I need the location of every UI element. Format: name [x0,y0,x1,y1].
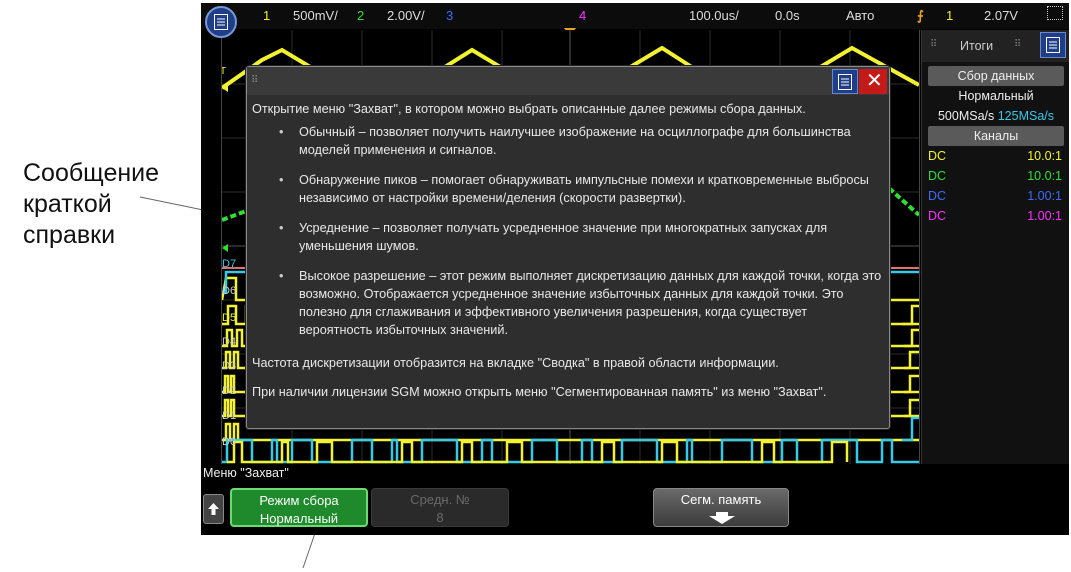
status-bar: 1 500mV/ 2 2.00V/ 3 4 100.0us/ 0.0s Авто… [201,3,1069,29]
sample-rate-digital: 125MSa/s [997,109,1055,123]
help-callout-label: Сообщение краткой справки [23,158,159,251]
averages-value: 8 [436,510,444,525]
ch3-probe: 1.00:1 [1027,189,1062,203]
quick-help-dialog: ⠿ ✕ Открытие меню "Захват", в котором мо… [246,66,890,429]
info-panel-header: ⠿ Итоги ⠿ [922,30,1069,62]
channel-row-4: DC 1.00:1 [922,206,1069,226]
ch2-coupling: DC [928,169,947,183]
dialog-title-bar[interactable]: ⠿ ✕ [247,67,889,95]
menu-title: Меню "Захват" [203,466,289,480]
help-note-sgm: При наличии лицензии SGM можно открыть м… [252,385,827,399]
zoom-select-icon[interactable] [1047,6,1063,20]
acquisition-mode-label: Режим сбора [259,493,339,508]
acquisition-header: Сбор данных [928,66,1064,86]
segmented-memory-label: Сегм. память [680,492,762,507]
averages-label: Средн. № [410,492,470,507]
dialog-menu-button[interactable] [832,69,858,94]
trigger-edge-icon: ⨍ [917,8,924,23]
digital-label-d6[interactable]: D6 [222,285,236,297]
trigger-channel[interactable]: 1 [946,8,953,23]
ch1-probe: 10.0:1 [1027,149,1062,163]
timebase-scale[interactable]: 100.0us/ [689,8,739,23]
channel-row-3: DC 1.00:1 [922,186,1069,206]
digital-label-d1[interactable]: D1 [222,410,236,422]
oscilloscope-screen: 1 500mV/ 2 2.00V/ 3 4 100.0us/ 0.0s Авто… [201,3,1069,535]
close-icon: ✕ [866,70,883,92]
main-menu-button[interactable] [205,6,237,38]
menu-list-icon [214,14,228,30]
grip-icon[interactable]: ⠿ [1014,39,1021,50]
ch3-number[interactable]: 3 [446,8,453,23]
help-item-normal: Обычный – позволяет получить наилучшее и… [252,123,882,159]
arrow-down-icon [709,512,735,524]
ch4-coupling: DC [928,209,947,223]
help-item-peak-detect: Обнаружение пиков – помогает обнаруживат… [252,171,882,207]
summary-tab[interactable]: Итоги [960,39,993,53]
digital-label-d0[interactable]: D0 [222,436,236,448]
grip-icon[interactable]: ⠿ [930,39,937,50]
channel-row-2: DC 10.0:1 [922,166,1069,186]
callout-line-3: справки [23,221,116,249]
dialog-close-button[interactable]: ✕ [859,69,887,94]
help-item-averaging: Усреднение – позволяет получать усреднен… [252,219,882,255]
acquisition-mode-value: Нормальный [259,511,339,526]
ch2-probe: 10.0:1 [1027,169,1062,183]
trigger-level[interactable]: 2.07V [984,8,1018,23]
help-intro-text: Открытие меню "Захват", в котором можно … [252,102,806,116]
acquisition-mode: Нормальный [958,89,1034,103]
ch4-probe: 1.00:1 [1027,209,1062,223]
sample-rate-line: 500MSa/s 125MSa/s [922,106,1069,126]
ch2-number[interactable]: 2 [357,8,364,23]
callout-line-2: краткой [23,190,112,218]
info-panel: ⠿ Итоги ⠿ Сбор данных Нормальный 500MSa/… [921,30,1069,464]
menu-list-icon [1046,37,1060,53]
channels-header: Каналы [928,126,1064,146]
help-note-sample-rate: Частота дискретизации отобразится на вкл… [252,356,779,370]
back-button[interactable] [203,494,224,524]
grip-icon[interactable]: ⠿ [251,72,258,90]
ch1-number[interactable]: 1 [263,8,270,23]
ch3-coupling: DC [928,189,947,203]
channel-row-1: DC 10.0:1 [922,146,1069,166]
sample-rate-main: 500MSa/s [937,109,995,123]
digital-label-d5[interactable]: D5 [222,312,236,324]
ch1-scale[interactable]: 500mV/ [293,8,338,23]
time-delay[interactable]: 0.0s [775,8,800,23]
panel-menu-button[interactable] [1040,32,1066,58]
help-item-high-res: Высокое разрешение – этот режим выполняе… [252,267,882,339]
digital-label-d7[interactable]: D7 [222,258,236,270]
svg-text:T: T [222,66,226,77]
segmented-memory-softkey[interactable]: Сегм. память [653,488,789,527]
digital-label-d2[interactable]: D2 [222,385,236,397]
help-mode-list: Обычный – позволяет получить наилучшее и… [252,123,882,351]
ch4-number[interactable]: 4 [579,8,586,23]
ch2-scale[interactable]: 2.00V/ [387,8,425,23]
trigger-mode[interactable]: Авто [846,8,874,23]
digital-label-d3[interactable]: D3 [222,360,236,372]
menu-list-icon [838,74,852,90]
digital-label-d4[interactable]: D4 [222,336,236,348]
callout-line-1: Сообщение [23,159,160,187]
averages-softkey[interactable]: Средн. № 8 [371,488,509,527]
arrow-up-icon [208,503,219,515]
acquisition-mode-softkey[interactable]: Режим сбора Нормальный [230,488,368,527]
softkey-bar: Меню "Захват" Режим сбора Нормальный Сре… [201,464,1069,535]
ch1-coupling: DC [928,149,947,163]
